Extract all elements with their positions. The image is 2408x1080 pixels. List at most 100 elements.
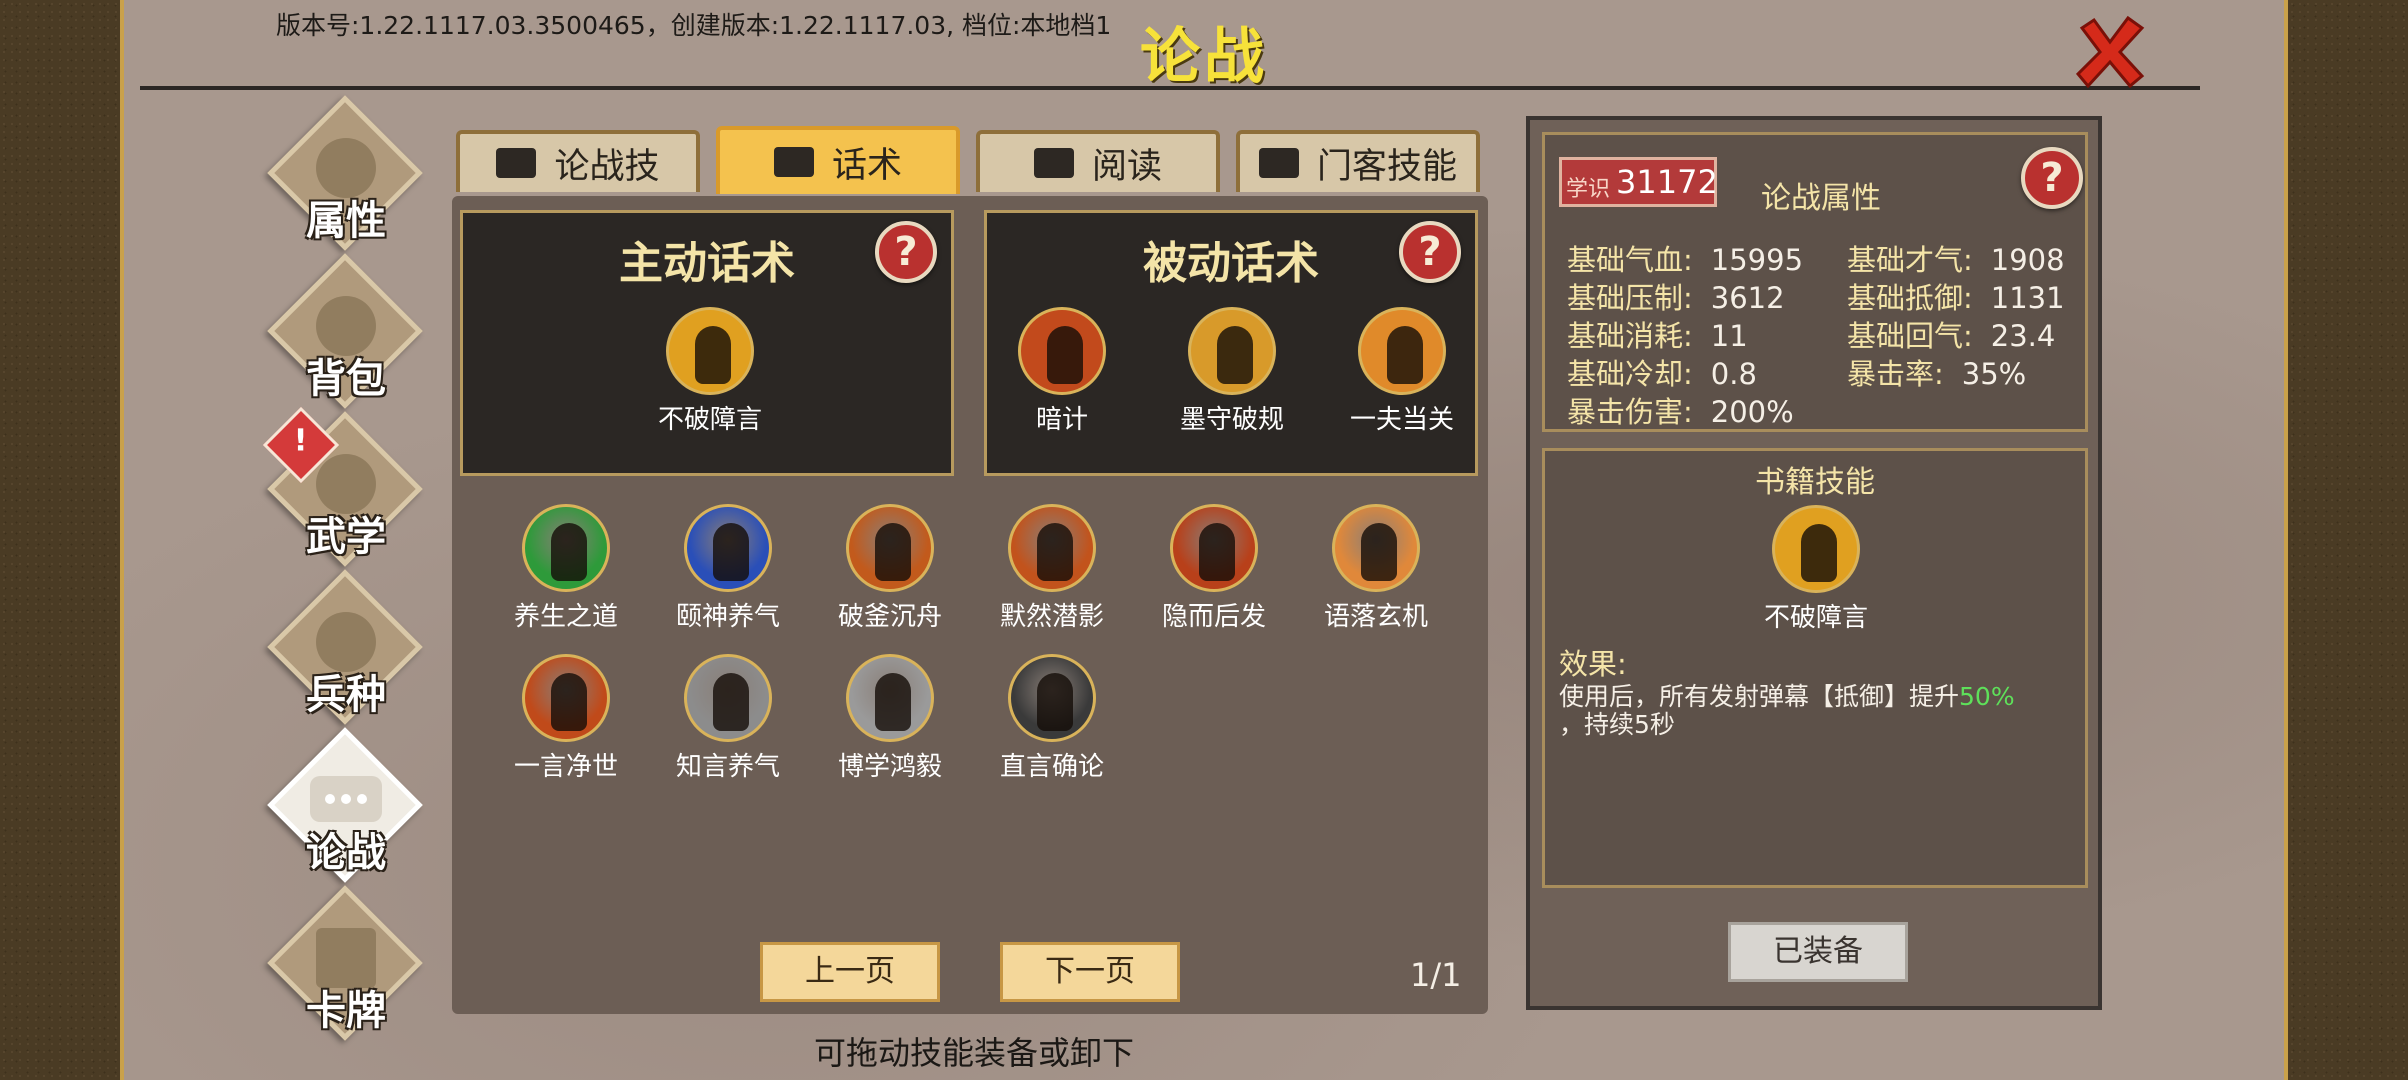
close-icon[interactable] xyxy=(2072,14,2148,90)
skill-name: 颐神养气 xyxy=(675,602,780,632)
sidebar-item-martial[interactable]: 武学 ! xyxy=(262,406,423,574)
skill-grid-item[interactable]: 知言养气 xyxy=(653,654,803,783)
skill-slot[interactable]: 一夫当关 xyxy=(1327,307,1477,436)
skill-grid-item[interactable]: 养生之道 xyxy=(491,504,641,633)
skill-icon xyxy=(1008,654,1096,742)
version-text: 版本号:1.22.1117.03.3500465，创建版本:1.22.1117.… xyxy=(276,11,1112,40)
attr-crit-damage: 暴击伤害: 200% xyxy=(1567,395,1794,429)
sidebar-item-label: 属性 xyxy=(306,198,386,244)
skill-icon xyxy=(1332,504,1420,592)
skill-name: 一夫当关 xyxy=(1349,405,1454,435)
skill-slot[interactable]: 不破障言 xyxy=(635,307,785,436)
skill-icon xyxy=(846,654,934,742)
tab-retainer-skill[interactable]: 门客技能 xyxy=(1236,130,1480,192)
help-button[interactable]: ? xyxy=(1399,221,1461,283)
speech-icon xyxy=(773,147,814,177)
passive-rhetoric-box: 被动话术 ? 暗计 墨守破规 一夫当关 xyxy=(984,210,1478,476)
sidebar-item-cards[interactable]: 卡牌 xyxy=(267,885,423,1048)
book-skill-panel: 书籍技能 不破障言 效果: 使用后，所有发射弹幕【抵御】提升50% ，持续5秒 xyxy=(1542,448,2088,888)
equipped-button[interactable]: 已装备 xyxy=(1728,922,1908,982)
skill-name: 养生之道 xyxy=(513,602,618,632)
sidebar-item-label: 论战 xyxy=(306,830,386,876)
drag-hint: 可拖动技能装备或卸下 xyxy=(814,1034,1135,1072)
book-skill[interactable]: 不破障言 xyxy=(1741,505,1891,634)
skill-name: 知言养气 xyxy=(675,752,780,782)
skill-grid-item[interactable]: 博学鸿毅 xyxy=(815,654,965,783)
page-title: 论战 xyxy=(1140,22,1268,92)
sidebar-item-label: 兵种 xyxy=(306,672,386,718)
sidebar-item-bag[interactable]: 背包 xyxy=(267,253,423,416)
sidebar-item-label: 武学 xyxy=(306,514,386,560)
knowledge-tag: 学识 xyxy=(1566,177,1611,202)
knowledge-badge: 学识 31172 xyxy=(1559,157,1718,207)
skill-icon xyxy=(1358,307,1446,395)
attr-base-talent: 基础才气: 1908 xyxy=(1847,243,2065,277)
skill-icon xyxy=(684,654,772,742)
exclamation-icon: ! xyxy=(293,423,308,459)
skill-name: 破釜沉舟 xyxy=(837,602,942,632)
skill-name: 隐而后发 xyxy=(1161,602,1266,632)
skill-grid-item[interactable]: 颐神养气 xyxy=(653,504,803,633)
knowledge-value: 31172 xyxy=(1616,163,1718,201)
skill-grid-item[interactable]: 默然潜影 xyxy=(977,504,1127,633)
skill-name: 不破障言 xyxy=(1763,603,1868,633)
skill-name: 默然潜影 xyxy=(999,602,1104,632)
skill-name: 墨守破规 xyxy=(1179,405,1284,435)
attr-crit-rate: 暴击率: 35% xyxy=(1847,357,2027,391)
book-icon xyxy=(496,148,537,178)
skill-grid-item[interactable]: 直言确论 xyxy=(977,654,1127,783)
effect-label: 效果: xyxy=(1559,647,1627,681)
skill-name: 博学鸿毅 xyxy=(837,752,942,782)
effect-description: 使用后，所有发射弹幕【抵御】提升50% ，持续5秒 xyxy=(1559,682,2015,739)
attributes-title: 论战属性 xyxy=(1761,181,1881,216)
attr-base-regen: 基础回气: 23.4 xyxy=(1847,319,2056,353)
sidebar-item-attributes[interactable]: 属性 xyxy=(267,95,423,258)
debate-attributes: 学识 31172 论战属性 ? 基础气血: 15995 基础才气: 1908 基础压… xyxy=(1542,132,2088,432)
sidebar-item-label: 卡牌 xyxy=(306,988,386,1034)
skill-name: 暗计 xyxy=(1035,405,1088,435)
skill-grid-item[interactable]: 隐而后发 xyxy=(1139,504,1289,633)
skill-grid-item[interactable]: 一言净世 xyxy=(491,654,641,783)
skill-slot[interactable]: 墨守破规 xyxy=(1157,307,1307,436)
skill-grid-item[interactable]: 语落玄机 xyxy=(1301,504,1451,633)
skill-icon xyxy=(522,654,610,742)
help-button[interactable]: ? xyxy=(2021,147,2083,209)
sidebar-item-label: 背包 xyxy=(306,356,386,402)
next-page-button[interactable]: 下一页 xyxy=(1000,942,1180,1002)
help-button[interactable]: ? xyxy=(875,221,937,283)
skill-icon xyxy=(684,504,772,592)
prev-page-button[interactable]: 上一页 xyxy=(760,942,940,1002)
tab-debate-skill[interactable]: 论战技 xyxy=(456,130,700,192)
skill-icon xyxy=(1772,505,1860,593)
speech-icon xyxy=(1258,148,1299,178)
skill-slot[interactable]: 暗计 xyxy=(987,307,1137,436)
skill-name: 直言确论 xyxy=(999,752,1104,782)
skill-icon xyxy=(1170,504,1258,592)
tab-reading[interactable]: 阅读 xyxy=(976,130,1220,192)
sidebar-item-debate[interactable]: 论战 xyxy=(267,727,423,890)
tab-label: 阅读 xyxy=(1091,146,1162,187)
skill-icon xyxy=(1018,307,1106,395)
attr-base-cooldown: 基础冷却: 0.8 xyxy=(1567,357,1757,391)
sidebar-item-troops[interactable]: 兵种 xyxy=(267,569,423,732)
active-rhetoric-box: 主动话术 ? 不破障言 xyxy=(460,210,954,476)
skill-name: 一言净世 xyxy=(513,752,618,782)
tab-label: 话术 xyxy=(831,145,902,186)
tab-rhetoric[interactable]: 话术 xyxy=(716,126,960,194)
attr-base-hp: 基础气血: 15995 xyxy=(1567,243,1804,277)
skill-icon xyxy=(522,504,610,592)
skill-icon xyxy=(846,504,934,592)
skill-name: 不破障言 xyxy=(657,405,762,435)
skill-icon xyxy=(666,307,754,395)
tab-label: 论战技 xyxy=(554,146,660,187)
attr-base-cost: 基础消耗: 11 xyxy=(1567,319,1748,353)
skill-icon xyxy=(1008,504,1096,592)
page-indicator: 1/1 xyxy=(1410,956,1462,994)
right-panel: 学识 31172 论战属性 ? 基础气血: 15995 基础才气: 1908 基础压… xyxy=(1526,116,2102,1010)
open-book-icon xyxy=(1033,148,1074,178)
attr-base-suppress: 基础压制: 3612 xyxy=(1567,281,1785,315)
skill-grid-item[interactable]: 破釜沉舟 xyxy=(815,504,965,633)
skill-name: 语落玄机 xyxy=(1323,602,1428,632)
attr-base-defense: 基础抵御: 1131 xyxy=(1847,281,2065,315)
skill-icon xyxy=(1188,307,1276,395)
